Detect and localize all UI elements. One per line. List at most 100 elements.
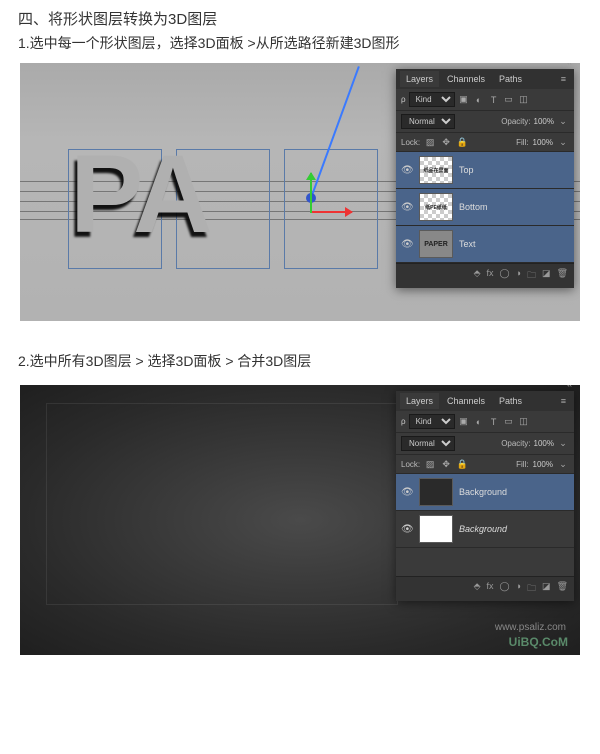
filter-smart-icon[interactable]: ◫ xyxy=(518,94,530,106)
filter-adjust-icon[interactable]: ◐ xyxy=(473,94,485,106)
section-title: 将形状图层转换为3D图层 xyxy=(48,11,217,28)
visibility-icon[interactable]: 👁 xyxy=(401,524,413,535)
lock-all-icon[interactable]: 🔒 xyxy=(456,136,468,148)
layer-name-label[interactable]: Background xyxy=(459,524,507,534)
kind-label: ρ xyxy=(401,95,406,104)
filter-smart-icon[interactable]: ◫ xyxy=(518,416,530,428)
layer-row[interactable]: 👁 PAPER Text xyxy=(396,226,574,263)
folder-icon[interactable]: 🗀 xyxy=(527,268,536,284)
panel-tabs: Layers Channels Paths ≡ xyxy=(396,391,574,411)
watermark-brand: UiBQ.CoM xyxy=(509,635,568,649)
visibility-icon[interactable]: 👁 xyxy=(401,202,413,213)
mask-icon[interactable]: ◯ xyxy=(500,581,510,597)
layer-name-label[interactable]: Background xyxy=(459,487,507,497)
lock-label: Lock: xyxy=(401,460,420,469)
opacity-label: Opacity: xyxy=(501,117,530,126)
canvas-dark: « Layers Channels Paths ≡ ρ Kind ▣ ◐ T ▭… xyxy=(20,385,580,655)
layer-thumbnail[interactable]: PAPER xyxy=(419,230,453,258)
layer-name-label[interactable]: Text xyxy=(459,239,476,249)
paper-text: PA xyxy=(70,131,211,258)
tab-channels[interactable]: Channels xyxy=(441,393,491,409)
visibility-icon[interactable]: 👁 xyxy=(401,239,413,250)
inner-frame xyxy=(46,403,398,605)
opacity-value[interactable]: 100% xyxy=(534,439,554,448)
opacity-label: Opacity: xyxy=(501,439,530,448)
filter-text-icon[interactable]: T xyxy=(488,416,500,428)
filter-adjust-icon[interactable]: ◐ xyxy=(473,416,485,428)
chevron-down-icon[interactable]: ⌄ xyxy=(557,136,569,148)
panel-tabs: Layers Channels Paths ≡ xyxy=(396,69,574,89)
trash-icon[interactable]: 🗑 xyxy=(557,268,568,284)
layer-name-label[interactable]: Bottom xyxy=(459,202,488,212)
layer-thumbnail[interactable] xyxy=(419,515,453,543)
layer-name-label[interactable]: Top xyxy=(459,165,474,175)
mask-icon[interactable]: ◯ xyxy=(500,268,510,284)
chevron-down-icon[interactable]: ⌄ xyxy=(557,116,569,128)
layers-panel: « Layers Channels Paths ≡ ρ Kind ▣ ◐ T ▭… xyxy=(396,391,574,601)
filter-row: ρ Kind ▣ ◐ T ▭ ◫ xyxy=(396,411,574,433)
blend-mode-select[interactable]: Normal xyxy=(401,436,455,451)
lock-all-icon[interactable]: 🔒 xyxy=(456,458,468,470)
lock-label: Lock: xyxy=(401,138,420,147)
blend-row: Normal Opacity: 100% ⌄ xyxy=(396,111,574,133)
filter-row: ρ Kind ▣ ◐ T ▭ ◫ xyxy=(396,89,574,111)
visibility-icon[interactable]: 👁 xyxy=(401,165,413,176)
screenshot-2: « Layers Channels Paths ≡ ρ Kind ▣ ◐ T ▭… xyxy=(20,385,580,655)
gizmo-x-axis[interactable] xyxy=(312,211,352,213)
link-icon[interactable]: ⬘ xyxy=(474,268,481,284)
panel-menu-icon[interactable]: ≡ xyxy=(557,396,570,406)
lock-pixels-icon[interactable]: ▨ xyxy=(424,458,436,470)
tab-layers[interactable]: Layers xyxy=(400,393,439,409)
lock-pixels-icon[interactable]: ▨ xyxy=(424,136,436,148)
kind-select[interactable]: Kind xyxy=(409,92,455,107)
layers-panel: « Layers Channels Paths ≡ ρ Kind ▣ ◐ T ▭… xyxy=(396,69,574,288)
panel-collapse-icon[interactable]: « xyxy=(566,385,572,390)
filter-text-icon[interactable]: T xyxy=(488,94,500,106)
fill-value[interactable]: 100% xyxy=(533,138,553,147)
new-layer-icon[interactable]: ◪ xyxy=(542,581,551,597)
layer-thumbnail[interactable] xyxy=(419,478,453,506)
layer-row[interactable]: 👁 纸品在里面 Top xyxy=(396,152,574,189)
chevron-down-icon[interactable]: ⌄ xyxy=(557,438,569,450)
trash-icon[interactable]: 🗑 xyxy=(557,581,568,597)
adjustment-icon[interactable]: ◑ xyxy=(516,581,521,597)
opacity-value[interactable]: 100% xyxy=(534,117,554,126)
fill-value[interactable]: 100% xyxy=(533,460,553,469)
filter-image-icon[interactable]: ▣ xyxy=(458,94,470,106)
tab-layers[interactable]: Layers xyxy=(400,71,439,87)
panel-footer: ⬘ fx ◯ ◑ 🗀 ◪ 🗑 xyxy=(396,576,574,601)
panel-collapse-icon[interactable]: « xyxy=(566,63,572,68)
kind-select[interactable]: Kind xyxy=(409,414,455,429)
lock-position-icon[interactable]: ✥ xyxy=(440,458,452,470)
filter-shape-icon[interactable]: ▭ xyxy=(503,416,515,428)
chevron-down-icon[interactable]: ⌄ xyxy=(557,458,569,470)
screenshot-1: PA « Layers Channels Paths ≡ ρ Kind ▣ xyxy=(20,63,580,321)
folder-icon[interactable]: 🗀 xyxy=(527,581,536,597)
layer-row[interactable]: 👁 Background xyxy=(396,474,574,511)
panel-footer: ⬘ fx ◯ ◑ 🗀 ◪ 🗑 xyxy=(396,263,574,288)
tab-channels[interactable]: Channels xyxy=(441,71,491,87)
tab-paths[interactable]: Paths xyxy=(493,71,528,87)
layer-thumbnail[interactable]: 纸PE纸纸 xyxy=(419,193,453,221)
adjustment-icon[interactable]: ◑ xyxy=(516,268,521,284)
3d-gizmo[interactable] xyxy=(290,173,370,253)
fx-icon[interactable]: fx xyxy=(487,268,494,284)
tab-paths[interactable]: Paths xyxy=(493,393,528,409)
filter-shape-icon[interactable]: ▭ xyxy=(503,94,515,106)
filter-image-icon[interactable]: ▣ xyxy=(458,416,470,428)
gizmo-y-axis[interactable] xyxy=(310,173,312,213)
lock-position-icon[interactable]: ✥ xyxy=(440,136,452,148)
blend-mode-select[interactable]: Normal xyxy=(401,114,455,129)
step-1-text: 1.选中每一个形状图层，选择3D面板 >从所选路径新建3D图形 xyxy=(18,33,600,53)
link-icon[interactable]: ⬘ xyxy=(474,581,481,597)
source-url: www.psaliz.com xyxy=(495,622,566,633)
layer-row[interactable]: 👁 纸PE纸纸 Bottom xyxy=(396,189,574,226)
layer-thumbnail[interactable]: 纸品在里面 xyxy=(419,156,453,184)
fx-icon[interactable]: fx xyxy=(487,581,494,597)
visibility-icon[interactable]: 👁 xyxy=(401,487,413,498)
layer-row[interactable]: 👁 Background xyxy=(396,511,574,548)
lock-row: Lock: ▨ ✥ 🔒 Fill: 100% ⌄ xyxy=(396,455,574,474)
panel-menu-icon[interactable]: ≡ xyxy=(557,74,570,84)
3d-viewport: PA « Layers Channels Paths ≡ ρ Kind ▣ xyxy=(20,63,580,321)
new-layer-icon[interactable]: ◪ xyxy=(542,268,551,284)
